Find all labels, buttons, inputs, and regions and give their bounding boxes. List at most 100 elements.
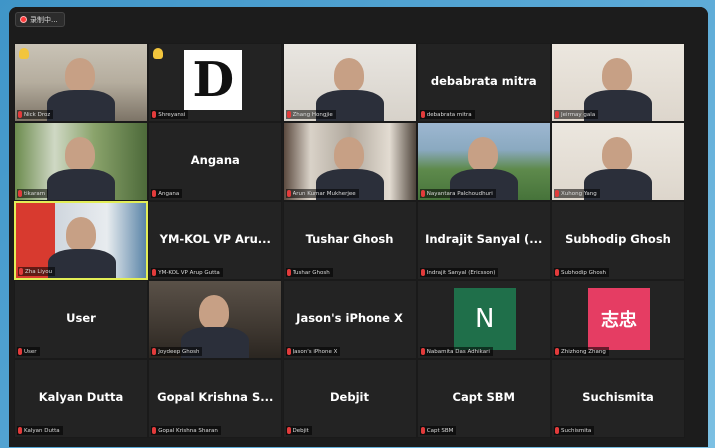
- person-head: [65, 58, 95, 92]
- person-head: [602, 137, 632, 171]
- mic-muted-icon: [555, 190, 559, 197]
- mic-muted-icon: [286, 190, 291, 197]
- participant-tile[interactable]: Arun Kumar Mukherjee: [282, 122, 417, 201]
- participant-tile[interactable]: tikaram: [14, 122, 148, 201]
- participant-name: Joydeep Ghosh: [158, 348, 200, 355]
- participant-tile[interactable]: Xuhong Yang: [551, 122, 685, 201]
- participant-tile[interactable]: N Nabamita Das Adhikari: [416, 280, 551, 359]
- mic-muted-icon: [555, 348, 559, 355]
- participant-name: Zhang Hongjie: [292, 111, 333, 118]
- participant-tile[interactable]: Jason's iPhone X Jason's iPhone X: [282, 280, 417, 359]
- person-head: [199, 295, 230, 329]
- participant-tile[interactable]: YM-KOL VP Aru... YM-KOL VP Arup Gutta: [148, 201, 283, 280]
- person-body: [48, 249, 116, 278]
- mic-muted-icon: [555, 111, 559, 118]
- participant-name-tag: Debjit: [285, 426, 312, 435]
- mic-muted-icon: [18, 190, 22, 197]
- profile-avatar: 志忠: [588, 288, 650, 350]
- person-body: [47, 90, 115, 121]
- participant-tile[interactable]: Nayantara Palchoudhuri: [416, 122, 551, 201]
- participant-name-tag: Indrajit Sanyal (Ericsson): [419, 268, 499, 277]
- participant-tile[interactable]: Kalyan Dutta Kalyan Dutta: [14, 359, 148, 438]
- mic-muted-icon: [420, 427, 425, 434]
- person-body: [47, 169, 115, 200]
- participant-name: Zhizhong Zhang: [561, 348, 606, 355]
- participant-name: Jeirmay gala: [561, 111, 596, 118]
- participant-tile[interactable]: debabrata mitra debabrata mitra: [416, 43, 551, 122]
- mic-muted-icon: [286, 348, 291, 355]
- participant-display-name: Indrajit Sanyal (...: [425, 232, 543, 246]
- participant-name-tag: Kalyan Dutta: [17, 426, 63, 435]
- participant-name: User: [24, 348, 37, 355]
- participant-name: Nayantara Palchoudhuri: [426, 190, 493, 197]
- participant-name: Arun Kumar Mukherjee: [292, 190, 356, 197]
- person-head: [333, 58, 364, 92]
- participant-name: YM-KOL VP Arup Gutta: [158, 269, 220, 276]
- participant-tile[interactable]: 志忠 Zhizhong Zhang: [551, 280, 685, 359]
- profile-avatar: N: [453, 288, 516, 350]
- raised-hand-icon: [153, 48, 164, 59]
- mic-muted-icon: [420, 111, 425, 118]
- participant-name-tag: Angana: [151, 189, 183, 198]
- participant-tile[interactable]: Zhang Hongjie: [282, 43, 417, 122]
- participant-display-name: Tushar Ghosh: [305, 232, 394, 246]
- participant-tile[interactable]: Suchismita Suchismita: [551, 359, 685, 438]
- participant-name: Xuhong Yang: [561, 190, 597, 197]
- participant-tile[interactable]: Joydeep Ghosh: [148, 280, 283, 359]
- participant-name-tag: Subhodip Ghosh: [554, 268, 610, 277]
- participant-display-name: Kalyan Dutta: [38, 390, 124, 404]
- participant-name: debabrata mitra: [426, 111, 472, 118]
- participant-display-name: YM-KOL VP Aru...: [159, 232, 271, 246]
- participant-name-tag: YM-KOL VP Arup Gutta: [151, 268, 223, 277]
- participant-name-tag: Zhizhong Zhang: [554, 347, 609, 356]
- participant-tile[interactable]: Jeirmay gala: [551, 43, 685, 122]
- mic-muted-icon: [152, 427, 157, 434]
- mic-muted-icon: [420, 190, 425, 197]
- participant-tile[interactable]: Gopal Krishna S... Gopal Krishna Sharan: [148, 359, 283, 438]
- participant-tile[interactable]: Tushar Ghosh Tushar Ghosh: [282, 201, 417, 280]
- participant-display-name: Capt SBM: [452, 390, 515, 404]
- participant-display-name: Suchismita: [582, 390, 654, 404]
- participant-name: Shreyansi: [158, 111, 186, 118]
- participant-name: Debjit: [292, 427, 309, 434]
- participant-tile[interactable]: Nick Droz: [14, 43, 148, 122]
- participant-tile[interactable]: Subhodip Ghosh Subhodip Ghosh: [551, 201, 685, 280]
- participant-name: Jason's iPhone X: [292, 348, 338, 355]
- participant-name: Indrajit Sanyal (Ericsson): [426, 269, 496, 276]
- mic-muted-icon: [555, 269, 559, 276]
- participant-name-tag: Gopal Krishna Sharan: [151, 426, 221, 435]
- profile-logo-image: D: [184, 50, 243, 110]
- participant-name-tag: Suchismita: [554, 426, 595, 435]
- participant-tile[interactable]: Debjit Debjit: [282, 359, 417, 438]
- participant-name-tag: tikaram: [17, 189, 49, 198]
- participant-name: Subhodip Ghosh: [561, 269, 607, 276]
- participant-tile[interactable]: Zha Liyou: [14, 201, 148, 280]
- mic-muted-icon: [286, 427, 291, 434]
- participant-name-tag: Nick Droz: [17, 110, 54, 119]
- participant-tile[interactable]: D Shreyansi: [148, 43, 283, 122]
- mic-muted-icon: [152, 190, 157, 197]
- participant-display-name: Angana: [190, 153, 240, 167]
- participant-name: Kalyan Dutta: [24, 427, 60, 434]
- participant-name: Nabamita Das Adhikari: [426, 348, 490, 355]
- participant-display-name: Jason's iPhone X: [296, 311, 403, 325]
- participant-display-name: Subhodip Ghosh: [565, 232, 671, 246]
- participant-display-name: Gopal Krishna S...: [157, 390, 274, 404]
- participant-display-name: Debjit: [330, 390, 369, 404]
- mic-muted-icon: [286, 269, 291, 276]
- mic-muted-icon: [18, 427, 22, 434]
- participant-name-tag: Xuhong Yang: [554, 189, 600, 198]
- participant-name-tag: Nayantara Palchoudhuri: [419, 189, 496, 198]
- participant-tile[interactable]: Indrajit Sanyal (... Indrajit Sanyal (Eri…: [416, 201, 551, 280]
- title-bar: 录制中...: [9, 7, 708, 31]
- participant-name-tag: Nabamita Das Adhikari: [419, 347, 493, 356]
- participant-tile[interactable]: Capt SBM Capt SBM: [416, 359, 551, 438]
- recording-badge[interactable]: 录制中...: [15, 12, 65, 27]
- participant-tile[interactable]: Angana Angana: [148, 122, 283, 201]
- mic-muted-icon: [18, 348, 22, 355]
- participant-name: Angana: [158, 190, 180, 197]
- participant-tile[interactable]: User User: [14, 280, 148, 359]
- participant-name: Zha Liyou: [25, 268, 53, 275]
- mic-muted-icon: [18, 111, 22, 118]
- participant-name-tag: Capt SBM: [419, 426, 457, 435]
